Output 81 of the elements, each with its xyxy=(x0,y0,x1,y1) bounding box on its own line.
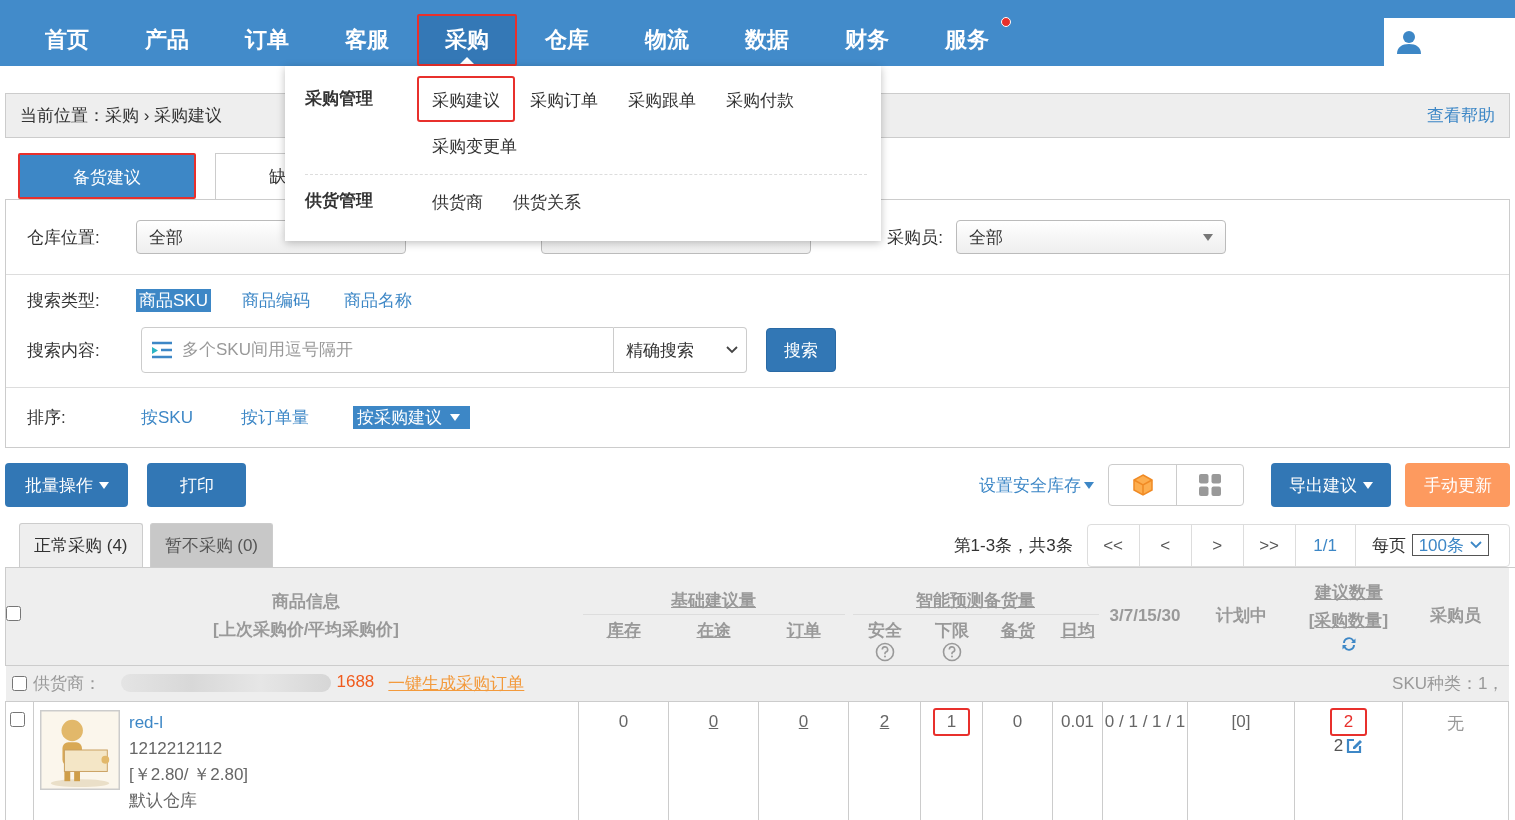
table-cell: 0 / 1 / 1 / 1 xyxy=(1104,711,1186,731)
column-header: 采购员 xyxy=(1430,606,1481,626)
supplier-label: 供货商： xyxy=(32,672,101,695)
menu-item[interactable]: 采购变更单 xyxy=(417,122,532,168)
export-button[interactable]: 导出建议 xyxy=(1271,463,1391,507)
nav-tab[interactable]: 财务 xyxy=(817,0,917,66)
nav-tab[interactable]: 客服 xyxy=(317,0,417,66)
menu-group-title: 供货管理 xyxy=(305,190,374,212)
table-cell[interactable]: 0 xyxy=(708,711,719,731)
sort-option[interactable]: 按SKU xyxy=(137,406,197,429)
table-cell: 2 xyxy=(1329,707,1368,736)
sort-option[interactable]: 按订单量 xyxy=(236,406,313,429)
filter-label: 搜索类型: xyxy=(27,289,101,312)
menu-item[interactable]: 采购跟单 xyxy=(613,76,711,122)
page-button[interactable]: << xyxy=(1087,523,1140,567)
menu-item[interactable]: 供货关系 xyxy=(498,181,596,221)
table-cell: 0 xyxy=(1012,711,1023,731)
nav-tab[interactable]: 仓库 xyxy=(517,0,617,66)
page-button[interactable]: < xyxy=(1139,523,1192,567)
text-input[interactable]: 多个SKU间用逗号隔开 xyxy=(180,339,613,361)
page-summary: 第1-3条，共3条 xyxy=(953,534,1073,557)
menu-group-title: 采购管理 xyxy=(305,88,374,110)
supplier-source: 1688 xyxy=(336,671,375,692)
column-header[interactable]: 建议数量 xyxy=(1294,579,1403,608)
column-header[interactable]: [上次采购价/平均采购价] xyxy=(33,616,579,645)
search-field[interactable]: 多个SKU间用逗号隔开 xyxy=(141,327,614,373)
search-type-option[interactable]: 商品SKU xyxy=(136,288,211,312)
table-cell: 2 xyxy=(1333,735,1344,756)
print-button[interactable]: 打印 xyxy=(147,463,246,507)
nav-tab[interactable]: 产品 xyxy=(117,0,217,66)
search-type-option[interactable]: 商品编码 xyxy=(238,288,313,312)
page-button[interactable]: >> xyxy=(1243,523,1296,567)
nav-tab[interactable]: 采购 xyxy=(417,14,517,66)
product-price: [￥2.80/ ￥2.80] xyxy=(129,763,249,786)
search-button[interactable]: 搜索 xyxy=(766,328,836,372)
search-mode-dropdown[interactable]: 精确搜索 xyxy=(614,327,747,373)
safety-stock-link[interactable]: 设置安全库存 xyxy=(979,473,1094,497)
sort-option[interactable]: 按采购建议 xyxy=(352,406,470,429)
nav-tab[interactable]: 订单 xyxy=(217,0,317,66)
tab[interactable]: 备货建议 xyxy=(18,153,196,199)
filter-label: 搜索内容: xyxy=(27,339,101,362)
filter-label: 采购员: xyxy=(886,226,943,249)
per-page-dropdown[interactable]: 100条 xyxy=(1411,534,1489,556)
table-cell: 0.01 xyxy=(1060,711,1095,731)
tab[interactable]: 正常采购 (4) xyxy=(19,523,143,567)
column-header: 计划中 xyxy=(1215,606,1267,626)
warehouse-name: 默认仓库 xyxy=(129,789,198,812)
filter-label: 排序: xyxy=(27,407,67,429)
dropdown-field[interactable]: 全部 xyxy=(956,220,1226,254)
page-button[interactable]: > xyxy=(1191,523,1244,567)
menu-item[interactable]: 供货商 xyxy=(417,181,498,221)
column-header: 3/7/15/30 xyxy=(1109,606,1181,626)
search-type-option[interactable]: 商品名称 xyxy=(340,288,415,312)
sku-count: SKU种类：1， xyxy=(1392,672,1505,695)
table-cell: [0] xyxy=(1231,711,1251,731)
tab[interactable]: 暂不采购 (0) xyxy=(149,523,273,567)
nav-tab[interactable]: 首页 xyxy=(17,0,117,66)
per-page-label: 每页 xyxy=(1371,534,1406,557)
product-code: 1212212112 xyxy=(129,737,224,760)
table-cell[interactable]: 0 xyxy=(798,711,809,731)
sku-link[interactable]: red-l xyxy=(129,712,163,732)
nav-tab[interactable]: 服务 xyxy=(917,0,1017,66)
table-cell: 0 xyxy=(618,711,629,731)
column-header: 安全 xyxy=(866,620,903,642)
refresh-button[interactable]: 手动更新 xyxy=(1405,463,1510,507)
breadcrumb: 当前位置：采购 › 采购建议 xyxy=(20,105,223,127)
menu-item[interactable]: 采购订单 xyxy=(515,76,613,122)
column-header[interactable]: [采购数量] xyxy=(1294,607,1403,636)
column-header: 下限 xyxy=(933,620,970,642)
help-link[interactable]: 查看帮助 xyxy=(1427,104,1495,127)
table-cell: 1 xyxy=(932,707,971,736)
table-cell: 无 xyxy=(1447,713,1464,733)
table-cell[interactable]: 2 xyxy=(879,711,890,731)
batch-actions-button[interactable]: 批量操作 xyxy=(5,463,128,507)
nav-tab[interactable]: 数据 xyxy=(717,0,817,66)
nav-tab[interactable]: 物流 xyxy=(617,0,717,66)
column-header[interactable]: 商品信息 xyxy=(33,588,579,617)
page-number: 1/1 xyxy=(1295,523,1356,567)
menu-item[interactable]: 采购付款 xyxy=(711,76,809,122)
filter-label: 仓库位置: xyxy=(27,226,101,249)
menu-item[interactable]: 采购建议 xyxy=(417,76,515,122)
